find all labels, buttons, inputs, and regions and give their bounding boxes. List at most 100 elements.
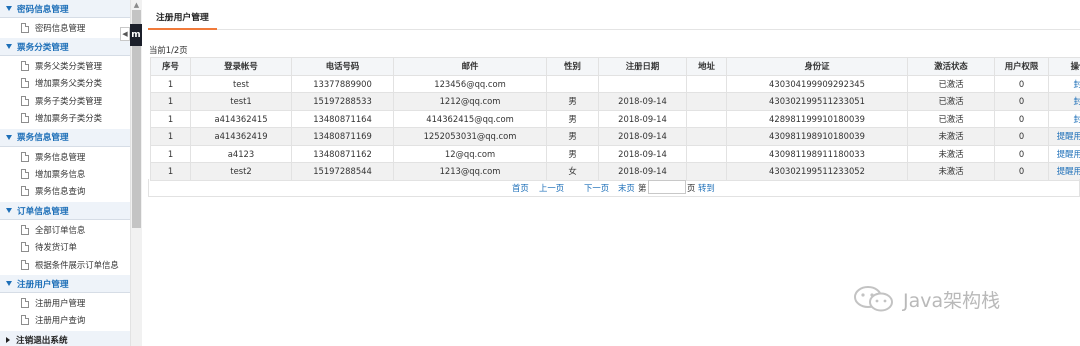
cell-account: a4123 <box>190 144 292 163</box>
document-icon <box>21 224 29 235</box>
side-tab[interactable]: m <box>130 24 142 46</box>
sidebar-item-add-parent-category[interactable]: 增加票务父类分类 <box>0 75 130 92</box>
group-header-ticket-info[interactable]: 票务信息管理 <box>0 128 130 147</box>
scroll-up-arrow-icon[interactable]: ▲ <box>131 0 142 10</box>
col-header-permission: 用户权限 <box>994 57 1049 76</box>
sidebar-item-parent-category-manage[interactable]: 票务父类分类管理 <box>0 57 130 74</box>
table-row: 1 a414362419 13480871169 1252053031@qq.com 男… <box>150 127 1080 146</box>
cell-address <box>686 127 727 146</box>
cell-reg-date: 2018-09-14 <box>598 109 687 128</box>
cell-permission: 0 <box>994 162 1049 181</box>
col-header-address: 地址 <box>686 57 727 76</box>
col-header-gender: 性别 <box>546 57 599 76</box>
cell-action[interactable]: 提醒用户激活 <box>1048 127 1080 146</box>
cell-gender: 男 <box>546 109 599 128</box>
cell-gender: 女 <box>546 162 599 181</box>
cell-reg-date: 2018-09-14 <box>598 162 687 181</box>
expand-triangle-icon <box>6 6 12 11</box>
first-page-link[interactable]: 首页 <box>512 182 529 194</box>
cell-phone: 13480871162 <box>291 144 394 163</box>
cell-reg-date <box>598 74 687 93</box>
document-icon <box>21 151 29 162</box>
cell-activation: 已激活 <box>907 74 995 93</box>
cell-id-card: 428981199910180039 <box>726 109 908 128</box>
document-icon <box>21 78 29 89</box>
next-page-link[interactable]: 下一页 <box>584 182 609 194</box>
table-row: 1 a4123 13480871162 12@qq.com 男 2018-09-14 430… <box>150 144 1080 163</box>
cell-account: test <box>190 74 292 93</box>
document-icon <box>21 22 29 33</box>
page-number-input[interactable] <box>648 180 686 194</box>
collapsed-triangle-icon <box>6 336 10 343</box>
sidebar-item-add-ticket-info[interactable]: 增加票务信息 <box>0 165 130 182</box>
sidebar-scrollbar[interactable]: ▲ <box>130 0 142 346</box>
cell-address <box>686 162 727 181</box>
sidebar-item-ticket-info-query[interactable]: 票务信息查询 <box>0 183 130 200</box>
cell-account: a414362415 <box>190 109 292 128</box>
cell-email: 1212@qq.com <box>393 92 547 111</box>
group-label: 注册用户管理 <box>17 279 69 290</box>
col-header-activation: 激活状态 <box>907 57 995 76</box>
cell-email: 123456@qq.com <box>393 74 547 93</box>
cell-action[interactable]: 封禁账户 <box>1048 109 1080 128</box>
cell-permission: 0 <box>994 92 1049 111</box>
cell-gender <box>546 74 599 93</box>
sidebar-item-label: 注册用户管理 <box>35 297 86 308</box>
cell-permission: 0 <box>994 127 1049 146</box>
document-icon <box>21 61 29 72</box>
cell-index: 1 <box>150 74 191 93</box>
table-header-row: 序号 登录帐号 电话号码 邮件 性别 注册日期 地址 身份证 激活状态 用户权限… <box>150 57 1080 76</box>
sidebar-item-password-manage[interactable]: 密码信息管理 <box>0 19 130 36</box>
cell-action[interactable]: 封禁账户 <box>1048 92 1080 111</box>
cell-phone: 13480871164 <box>291 109 394 128</box>
tab-registered-users[interactable]: 注册用户管理 <box>148 8 217 30</box>
sidebar-item-label: 密码信息管理 <box>35 22 86 33</box>
group-label: 票务分类管理 <box>17 42 69 53</box>
cell-permission: 0 <box>994 74 1049 93</box>
sidebar-item-user-query[interactable]: 注册用户查询 <box>0 312 130 329</box>
goto-page-link[interactable]: 转到 <box>698 182 715 194</box>
cell-account: test2 <box>190 162 292 181</box>
group-header-password[interactable]: 密码信息管理 <box>0 0 130 18</box>
collapse-sidebar-icon[interactable]: ◀ <box>120 27 130 41</box>
prev-page-link[interactable]: 上一页 <box>539 182 564 194</box>
watermark: Java架构栈 <box>851 284 1000 314</box>
sidebar-item-label: 增加票务子类分类 <box>35 113 102 124</box>
last-page-link[interactable]: 末页 <box>618 182 635 194</box>
logout-menu-item[interactable]: 注销退出系统 <box>0 331 130 346</box>
sidebar-item-add-child-category[interactable]: 增加票务子类分类 <box>0 110 130 127</box>
page-info: 当前1/2页 <box>149 45 188 55</box>
sidebar-item-all-orders[interactable]: 全部订单信息 <box>0 221 130 238</box>
cell-reg-date: 2018-09-14 <box>598 92 687 111</box>
table-row: 1 a414362415 13480871164 414362415@qq.com 男 2… <box>150 109 1080 128</box>
sidebar: 密码信息管理 密码信息管理 票务分类管理 票务父类分类管理 增加票务父类分类 票… <box>0 0 142 346</box>
cell-action[interactable]: 提醒用户激活 <box>1048 144 1080 163</box>
sidebar-item-pending-orders[interactable]: 待发货订单 <box>0 239 130 256</box>
sidebar-item-label: 票务子类分类管理 <box>35 95 102 106</box>
sidebar-item-ticket-info-manage[interactable]: 票务信息管理 <box>0 148 130 165</box>
expand-triangle-icon <box>6 134 12 140</box>
sidebar-item-user-manage[interactable]: 注册用户管理 <box>0 294 130 311</box>
sidebar-item-label: 全部订单信息 <box>35 224 86 235</box>
group-header-registered-users[interactable]: 注册用户管理 <box>0 275 130 294</box>
group-header-order-info[interactable]: 订单信息管理 <box>0 202 130 221</box>
group-header-ticket-category[interactable]: 票务分类管理 <box>0 38 130 57</box>
document-icon <box>21 315 29 326</box>
document-icon <box>21 297 29 308</box>
cell-account: test1 <box>190 92 292 111</box>
cell-reg-date: 2018-09-14 <box>598 127 687 146</box>
sidebar-item-child-category-manage[interactable]: 票务子类分类管理 <box>0 92 130 109</box>
cell-id-card: 430304199909292345 <box>726 74 908 93</box>
cell-action[interactable]: 提醒用户激活 <box>1048 162 1080 181</box>
sidebar-item-label: 注册用户查询 <box>35 315 86 326</box>
cell-action[interactable]: 封禁账户 <box>1048 74 1080 93</box>
tab-bar: 注册用户管理 <box>148 8 1080 30</box>
sidebar-item-label: 增加票务信息 <box>35 169 86 180</box>
cell-gender: 男 <box>546 127 599 146</box>
sidebar-item-orders-by-condition[interactable]: 根据条件展示订单信息 <box>0 256 130 273</box>
col-header-account: 登录帐号 <box>190 57 292 76</box>
col-header-reg-date: 注册日期 <box>598 57 687 76</box>
document-icon <box>21 242 29 253</box>
group-label: 订单信息管理 <box>17 206 69 217</box>
cell-id-card: 430981198910180039 <box>726 127 908 146</box>
